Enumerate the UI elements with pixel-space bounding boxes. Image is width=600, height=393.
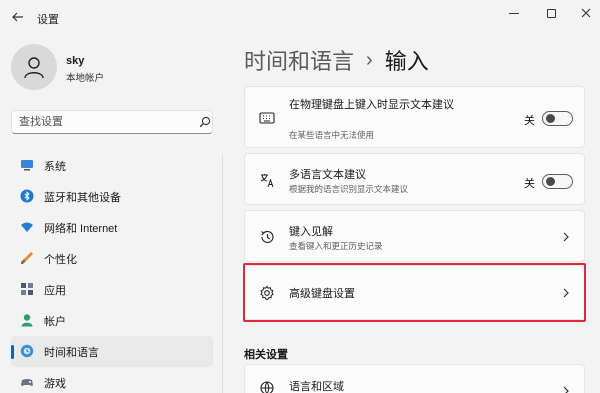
breadcrumb-separator: › (366, 48, 373, 71)
search-input[interactable] (19, 115, 189, 129)
physical-keyboard-suggestions-toggle[interactable] (542, 111, 573, 126)
app-title: 设置 (37, 14, 59, 26)
account-type: 本地帐户 (66, 73, 105, 84)
page-title: 输入 (384, 49, 429, 74)
monitor-icon (21, 160, 33, 171)
chevron-right-icon (563, 386, 569, 393)
globe-clock-icon (20, 344, 34, 358)
title-bar: 设置 (0, 0, 600, 34)
setting-card-physical-keyboard-suggestions: 在物理键盘上键入时显示文本建议 在某些语言中无法使用 关 (244, 86, 585, 148)
search-icon[interactable] (199, 116, 211, 128)
setting-title: 语言和区域 (289, 381, 344, 393)
sidebar-item-label: 游戏 (44, 377, 66, 390)
related-settings-heading: 相关设置 (244, 349, 288, 361)
sidebar-item-label: 应用 (44, 284, 66, 297)
sidebar-item-label: 网络和 Internet (44, 222, 118, 235)
sidebar-item-personalization[interactable]: 个性化 (11, 243, 213, 274)
language-icon (260, 174, 274, 188)
wifi-icon (21, 222, 33, 232)
bluetooth-icon (20, 189, 34, 203)
close-icon (581, 8, 591, 18)
setting-card-advanced-keyboard[interactable]: 高级键盘设置 (244, 265, 585, 320)
sidebar-item-bluetooth[interactable]: 蓝牙和其他设备 (11, 181, 213, 212)
minimize-icon (509, 12, 519, 14)
chevron-right-icon (563, 232, 569, 242)
breadcrumb: 时间和语言 › 输入 (244, 44, 429, 76)
setting-card-language-region[interactable]: 语言和区域 (244, 364, 585, 393)
back-button[interactable] (8, 7, 28, 27)
sidebar-item-apps[interactable]: 应用 (11, 274, 213, 305)
sidebar-item-label: 蓝牙和其他设备 (44, 191, 121, 204)
search-box[interactable] (11, 110, 213, 134)
close-button[interactable] (572, 4, 600, 22)
setting-description: 根据我的语言识别显示文本建议 (289, 184, 409, 194)
sidebar-item-system[interactable]: 系统 (11, 150, 213, 181)
sidebar-item-accounts[interactable]: 帐户 (11, 305, 213, 336)
globe-icon (260, 381, 274, 393)
user-name: sky (66, 55, 85, 67)
sidebar-item-label: 帐户 (44, 315, 66, 328)
keyboard-icon (259, 112, 275, 124)
apps-icon (21, 283, 33, 295)
history-icon (261, 230, 274, 243)
person-icon (24, 57, 44, 79)
toggle-state-label: 关 (524, 178, 535, 190)
sidebar-divider (222, 155, 223, 393)
minimize-button[interactable] (500, 4, 528, 22)
person-icon (21, 314, 33, 327)
maximize-button[interactable] (537, 4, 565, 22)
sidebar-nav: 系统 蓝牙和其他设备 网络和 Internet 个性化 应用 帐户 时间和语言 … (11, 150, 213, 393)
brush-icon (21, 252, 33, 264)
chevron-right-icon (563, 288, 569, 298)
sidebar-item-gaming[interactable]: 游戏 (11, 367, 213, 393)
setting-title: 高级键盘设置 (289, 288, 355, 300)
avatar[interactable] (11, 44, 57, 90)
setting-description: 查看键入和更正历史记录 (289, 241, 383, 251)
multilingual-suggestions-toggle[interactable] (542, 174, 573, 189)
gamepad-icon (21, 379, 33, 386)
setting-card-typing-insights[interactable]: 键入见解 查看键入和更正历史记录 (244, 210, 585, 262)
sidebar-item-label: 个性化 (44, 253, 77, 266)
sidebar-item-network[interactable]: 网络和 Internet (11, 212, 213, 243)
setting-title: 键入见解 (289, 226, 333, 238)
sidebar-item-time-language[interactable]: 时间和语言 (11, 336, 213, 367)
setting-title: 在物理键盘上键入时显示文本建议 (289, 99, 454, 111)
setting-description: 在某些语言中无法使用 (289, 130, 375, 140)
setting-card-multilingual-suggestions: 多语言文本建议 根据我的语言识别显示文本建议 关 (244, 153, 585, 205)
sidebar-item-label: 系统 (44, 160, 66, 173)
toggle-state-label: 关 (524, 115, 535, 127)
back-arrow-icon (12, 12, 23, 22)
maximize-icon (546, 8, 556, 18)
breadcrumb-parent[interactable]: 时间和语言 (244, 44, 354, 76)
gear-icon (260, 285, 274, 300)
sidebar-item-label: 时间和语言 (44, 346, 99, 359)
setting-title: 多语言文本建议 (289, 169, 366, 181)
